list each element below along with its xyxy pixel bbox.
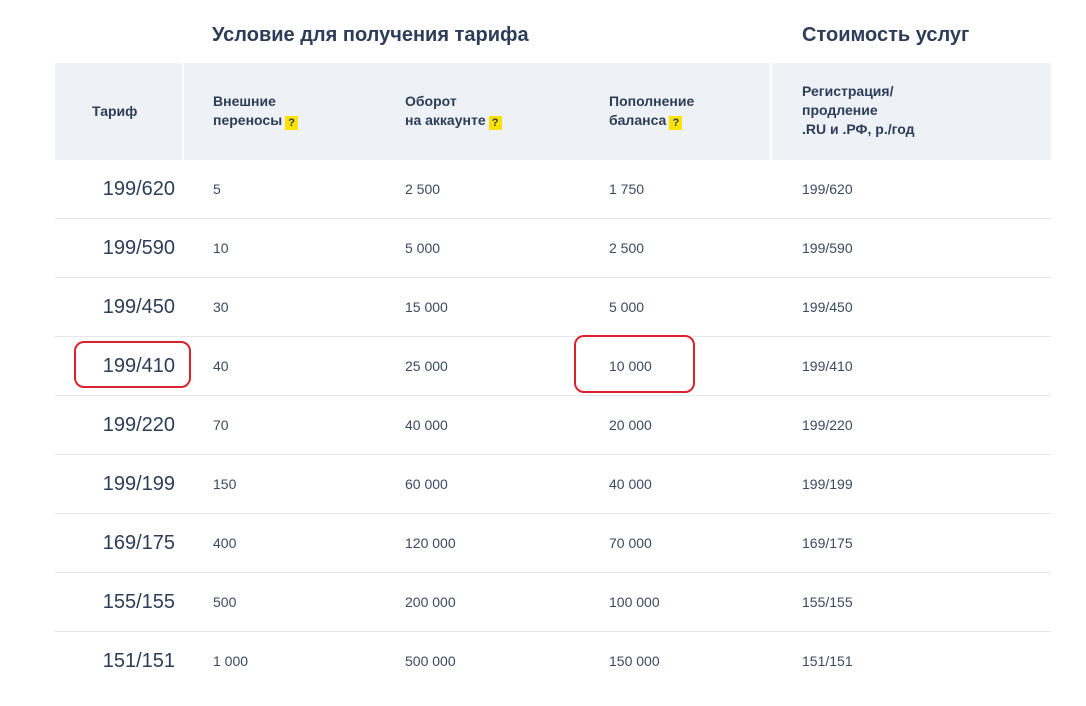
column-header-turnover-line1: Оборот (405, 93, 457, 109)
column-header-transfers-line2: переносы (213, 112, 283, 128)
topup-cell: 70 000 (609, 535, 652, 551)
turnover-cell: 200 000 (405, 594, 456, 610)
turnover-cell: 2 500 (405, 181, 441, 197)
price-cell: 155/155 (802, 594, 853, 610)
topup-cell: 40 000 (609, 476, 652, 492)
column-header-topup: Пополнение баланса? (609, 92, 694, 130)
tariff-cell: 199/199 (102, 473, 175, 495)
conditions-group-title: Условие для получения тарифа (212, 24, 529, 46)
table-row: 199/220 70 40 000 20 000 199/220 (55, 396, 1051, 455)
price-cell: 151/151 (802, 653, 853, 669)
column-header-price-line3: .RU и .РФ, р./год (802, 121, 915, 137)
table-row: 155/155 500 200 000 100 000 155/155 (55, 573, 1051, 632)
transfers-cell: 400 (213, 535, 237, 551)
turnover-cell: 5 000 (405, 240, 441, 256)
tariff-table-body: 199/620 5 2 500 1 750 199/620 199/590 10 5 000 2… (55, 160, 1051, 690)
table-row: 199/410 40 25 000 10 000 199/410 (55, 337, 1051, 396)
table-row: 199/620 5 2 500 1 750 199/620 (55, 160, 1051, 219)
transfers-cell: 500 (213, 594, 237, 610)
turnover-cell: 15 000 (405, 299, 448, 315)
table-header: Тариф Внешние переносы? Оборот на аккаун… (55, 63, 1051, 160)
price-cell: 199/220 (802, 417, 853, 433)
transfers-cell: 150 (213, 476, 237, 492)
price-cell: 199/410 (802, 358, 853, 374)
column-header-price-line2: продление (802, 102, 878, 118)
transfers-cell: 10 (213, 240, 229, 256)
turnover-cell: 25 000 (405, 358, 448, 374)
price-cell: 199/450 (802, 299, 853, 315)
topup-cell: 20 000 (609, 417, 652, 433)
table-row: 199/450 30 15 000 5 000 199/450 (55, 278, 1051, 337)
table-row: 151/151 1 000 500 000 150 000 151/151 (55, 632, 1051, 690)
table-row: 199/199 150 60 000 40 000 199/199 (55, 455, 1051, 514)
column-header-transfers-line1: Внешние (213, 93, 276, 109)
highlight-tariff-199-410 (74, 341, 191, 388)
header-divider (182, 63, 184, 160)
topup-cell: 2 500 (609, 240, 645, 256)
column-header-topup-line1: Пополнение (609, 93, 695, 109)
turnover-cell: 500 000 (405, 653, 456, 669)
transfers-cell: 1 000 (213, 653, 249, 669)
column-header-turnover-line2: на аккаунте (405, 112, 486, 128)
highlight-topup-10000 (574, 335, 695, 393)
price-cell: 199/620 (802, 181, 853, 197)
header-divider (770, 63, 772, 160)
price-cell: 199/199 (802, 476, 853, 492)
help-icon-topup[interactable]: ? (669, 116, 683, 130)
topup-cell: 5 000 (609, 299, 645, 315)
price-cell: 169/175 (802, 535, 853, 551)
tariff-cell: 155/155 (102, 591, 175, 613)
column-header-turnover: Оборот на аккаунте? (405, 92, 502, 130)
turnover-cell: 60 000 (405, 476, 448, 492)
topup-cell: 1 750 (609, 181, 645, 197)
turnover-cell: 120 000 (405, 535, 456, 551)
help-icon-turnover[interactable]: ? (488, 116, 502, 130)
tariff-cell: 151/151 (102, 650, 175, 672)
table-row: 199/590 10 5 000 2 500 199/590 (55, 219, 1051, 278)
tariff-page: Условие для получения тарифа Стоимость у… (0, 0, 1086, 706)
tariff-cell: 199/620 (102, 178, 175, 200)
cost-group-title: Стоимость услуг (802, 24, 970, 46)
topup-cell: 100 000 (609, 594, 660, 610)
tariff-cell: 199/450 (102, 296, 175, 318)
column-header-tariff: Тариф (92, 103, 138, 119)
table-row: 169/175 400 120 000 70 000 169/175 (55, 514, 1051, 573)
help-icon-transfers[interactable]: ? (285, 116, 299, 130)
transfers-cell: 70 (213, 417, 229, 433)
tariff-cell: 199/590 (102, 237, 175, 259)
transfers-cell: 5 (213, 181, 221, 197)
tariff-cell: 169/175 (102, 532, 175, 554)
tariff-cell: 199/220 (102, 414, 175, 436)
topup-cell: 150 000 (609, 653, 660, 669)
column-header-topup-line2: баланса (609, 112, 667, 128)
column-header-price: Регистрация/ продление .RU и .РФ, р./год (802, 82, 915, 139)
transfers-cell: 40 (213, 358, 229, 374)
transfers-cell: 30 (213, 299, 229, 315)
column-header-price-line1: Регистрация/ (802, 83, 894, 99)
column-header-transfers: Внешние переносы? (213, 92, 299, 130)
price-cell: 199/590 (802, 240, 853, 256)
turnover-cell: 40 000 (405, 417, 448, 433)
